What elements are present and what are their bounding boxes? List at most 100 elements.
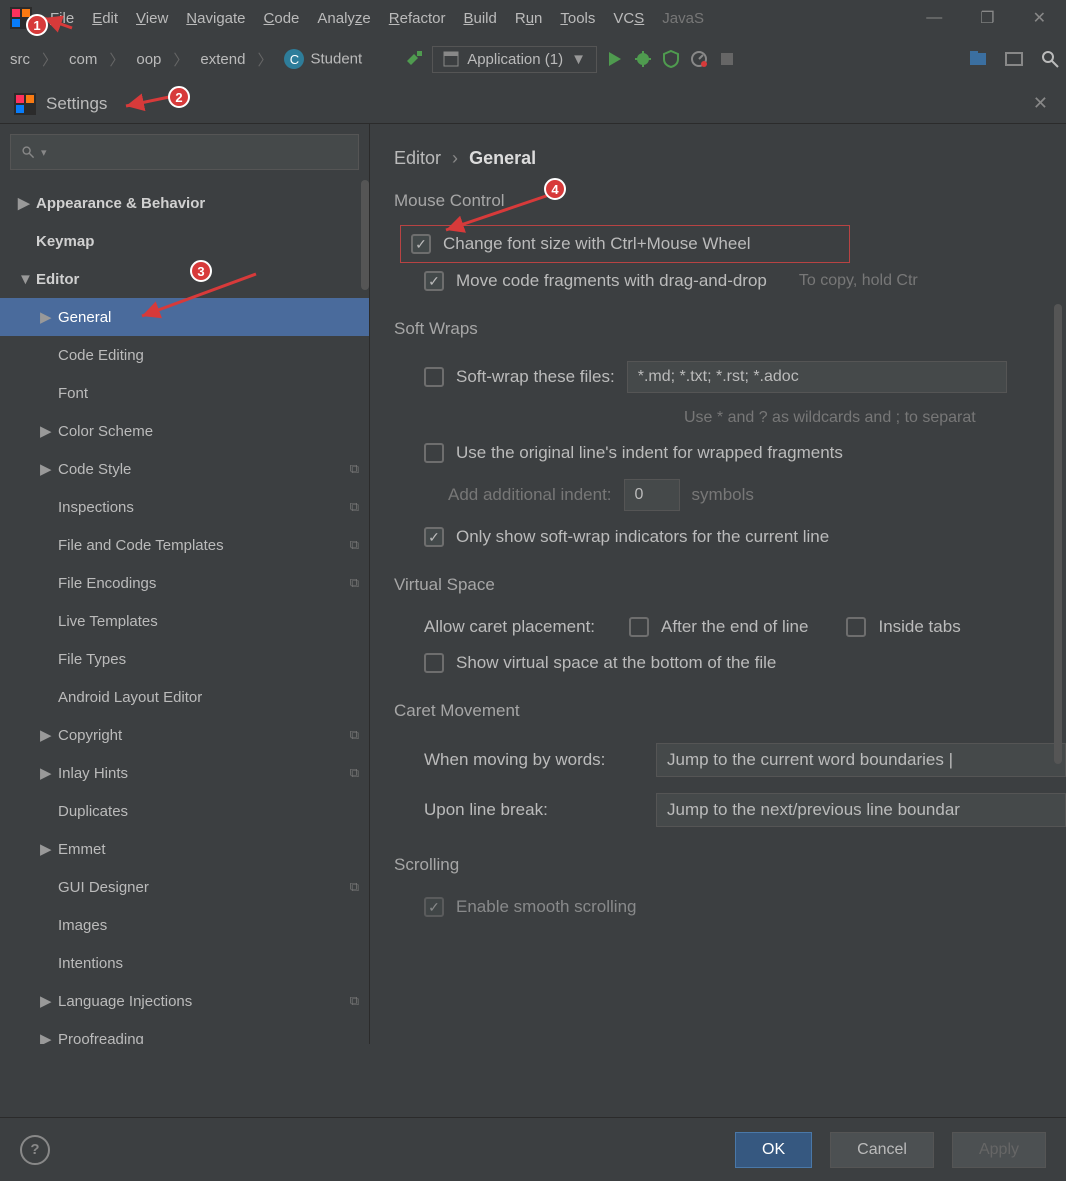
menu-run[interactable]: Run xyxy=(515,10,543,27)
sidebar-item-code-editing[interactable]: Code Editing xyxy=(0,336,369,374)
checkbox-use-original-indent[interactable] xyxy=(424,443,444,463)
sidebar-item-file-encodings[interactable]: File Encodings⧉ xyxy=(0,564,369,602)
sidebar-item-language-injections[interactable]: ▶Language Injections⧉ xyxy=(0,982,369,1020)
dropdown-line-break[interactable]: Jump to the next/previous line boundar xyxy=(656,793,1066,827)
sidebar-item-duplicates[interactable]: Duplicates xyxy=(0,792,369,830)
chevron-down-icon: ▼ xyxy=(571,51,586,68)
tree-arrow-icon: ▶ xyxy=(40,764,52,782)
menu-vcs[interactable]: VCS xyxy=(613,10,644,27)
sidebar-item-android-layout-editor[interactable]: Android Layout Editor xyxy=(0,678,369,716)
project-override-icon: ⧉ xyxy=(350,765,359,781)
coverage-icon[interactable] xyxy=(661,49,681,69)
checkbox-only-show-indicators[interactable] xyxy=(424,527,444,547)
checkbox-move-fragments[interactable] xyxy=(424,271,444,291)
apply-button[interactable]: Apply xyxy=(952,1132,1046,1168)
close-icon[interactable]: ✕ xyxy=(1033,93,1048,114)
sidebar-item-keymap[interactable]: Keymap xyxy=(0,222,369,260)
hint-wildcards: Use * and ? as wildcards and ; to separa… xyxy=(684,409,976,427)
sidebar-item-label: Appearance & Behavior xyxy=(36,195,205,212)
sidebar-scrollbar[interactable] xyxy=(361,180,369,290)
sidebar-item-font[interactable]: Font xyxy=(0,374,369,412)
sidebar-item-color-scheme[interactable]: ▶Color Scheme xyxy=(0,412,369,450)
sidebar-item-images[interactable]: Images xyxy=(0,906,369,944)
content-breadcrumb: Editor › General xyxy=(394,148,1066,169)
breadcrumb-extend[interactable]: extend xyxy=(196,49,249,70)
menu-refactor[interactable]: Refactor xyxy=(389,10,446,27)
checkbox-inside-tabs[interactable] xyxy=(846,617,866,637)
menu-edit[interactable]: Edit xyxy=(92,10,118,27)
class-icon: C xyxy=(284,49,304,69)
ok-button[interactable]: OK xyxy=(735,1132,812,1168)
help-icon[interactable]: ? xyxy=(20,1135,50,1165)
label-line-break: Upon line break: xyxy=(424,800,644,820)
breadcrumb-editor[interactable]: Editor xyxy=(394,148,441,168)
sidebar-item-file-types[interactable]: File Types xyxy=(0,640,369,678)
menu-navigate[interactable]: Navigate xyxy=(186,10,245,27)
search-icon[interactable] xyxy=(1040,49,1060,69)
profiler-icon[interactable] xyxy=(689,49,709,69)
project-structure-icon[interactable] xyxy=(968,49,988,69)
menu-build[interactable]: Build xyxy=(463,10,496,27)
minimize-icon[interactable]: — xyxy=(916,9,952,27)
settings-header: Settings ✕ xyxy=(0,82,1066,124)
sidebar-item-inspections[interactable]: Inspections⧉ xyxy=(0,488,369,526)
checkbox-smooth-scrolling[interactable] xyxy=(424,897,444,917)
annotation-badge-4: 4 xyxy=(544,178,566,200)
sidebar-item-label: Inlay Hints xyxy=(58,765,128,782)
settings-sidebar: ▾ ▶Appearance & BehaviorKeymap▼Editor▶Ge… xyxy=(0,124,370,1044)
menu-view[interactable]: View xyxy=(136,10,168,27)
sidebar-item-appearance-behavior[interactable]: ▶Appearance & Behavior xyxy=(0,184,369,222)
sidebar-item-label: GUI Designer xyxy=(58,879,149,896)
sidebar-item-general[interactable]: ▶General xyxy=(0,298,369,336)
maximize-icon[interactable]: ❐ xyxy=(970,8,1004,28)
project-override-icon: ⧉ xyxy=(350,499,359,515)
highlight-box: Change font size with Ctrl+Mouse Wheel xyxy=(400,225,850,263)
sidebar-item-editor[interactable]: ▼Editor xyxy=(0,260,369,298)
checkbox-after-eol[interactable] xyxy=(629,617,649,637)
search-everywhere-icon[interactable] xyxy=(1004,49,1024,69)
soft-wrap-files-field[interactable]: *.md; *.txt; *.rst; *.adoc xyxy=(627,361,1007,393)
label-smooth-scrolling: Enable smooth scrolling xyxy=(456,897,636,917)
breadcrumb-src[interactable]: src xyxy=(6,49,34,70)
menu-code[interactable]: Code xyxy=(264,10,300,27)
sidebar-item-proofreading[interactable]: ▶Proofreading xyxy=(0,1020,369,1044)
search-input[interactable]: ▾ xyxy=(10,134,359,170)
close-window-icon[interactable]: ✕ xyxy=(1023,8,1056,28)
sidebar-item-live-templates[interactable]: Live Templates xyxy=(0,602,369,640)
menu-file[interactable]: File xyxy=(50,10,74,27)
sidebar-item-inlay-hints[interactable]: ▶ Inlay Hints ⧉ xyxy=(0,754,369,792)
checkbox-show-virtual-space[interactable] xyxy=(424,653,444,673)
hammer-icon[interactable] xyxy=(404,49,424,69)
sidebar-item-label: Copyright xyxy=(58,727,122,744)
menu-analyze[interactable]: Analyze xyxy=(317,10,370,27)
sidebar-item-code-style[interactable]: ▶Code Style⧉ xyxy=(0,450,369,488)
content-scrollbar[interactable] xyxy=(1054,304,1062,764)
sidebar-item-gui-designer[interactable]: GUI Designer⧉ xyxy=(0,868,369,906)
settings-title: Settings xyxy=(46,94,107,114)
sidebar-item-label: File Encodings xyxy=(58,575,156,592)
tree-arrow-icon: ▼ xyxy=(18,271,30,288)
dropdown-by-words[interactable]: Jump to the current word boundaries | xyxy=(656,743,1066,777)
sidebar-item-intentions[interactable]: Intentions xyxy=(0,944,369,982)
run-icon[interactable] xyxy=(605,49,625,69)
checkbox-change-font-size[interactable] xyxy=(411,234,431,254)
sidebar-item-copyright[interactable]: ▶Copyright⧉ xyxy=(0,716,369,754)
checkbox-soft-wrap[interactable] xyxy=(424,367,444,387)
project-override-icon: ⧉ xyxy=(350,461,359,477)
chevron-down-icon: ▾ xyxy=(41,146,47,159)
sidebar-item-file-and-code-templates[interactable]: File and Code Templates⧉ xyxy=(0,526,369,564)
annotation-badge-1: 1 xyxy=(26,14,48,36)
label-add-indent: Add additional indent: xyxy=(448,485,612,505)
tree-arrow-icon: ▶ xyxy=(40,308,52,326)
cancel-button[interactable]: Cancel xyxy=(830,1132,934,1168)
stop-icon[interactable] xyxy=(717,49,737,69)
menu-tools[interactable]: Tools xyxy=(560,10,595,27)
breadcrumb-student[interactable]: CStudent xyxy=(280,47,366,71)
run-config-dropdown[interactable]: Application (1) ▼ xyxy=(432,46,597,73)
breadcrumb-com[interactable]: com xyxy=(65,49,101,70)
sidebar-item-emmet[interactable]: ▶Emmet xyxy=(0,830,369,868)
settings-content: Editor › General Mouse Control Change fo… xyxy=(370,124,1066,1044)
breadcrumb-oop[interactable]: oop xyxy=(132,49,165,70)
debug-icon[interactable] xyxy=(633,49,653,69)
add-indent-field[interactable]: 0 xyxy=(624,479,680,511)
